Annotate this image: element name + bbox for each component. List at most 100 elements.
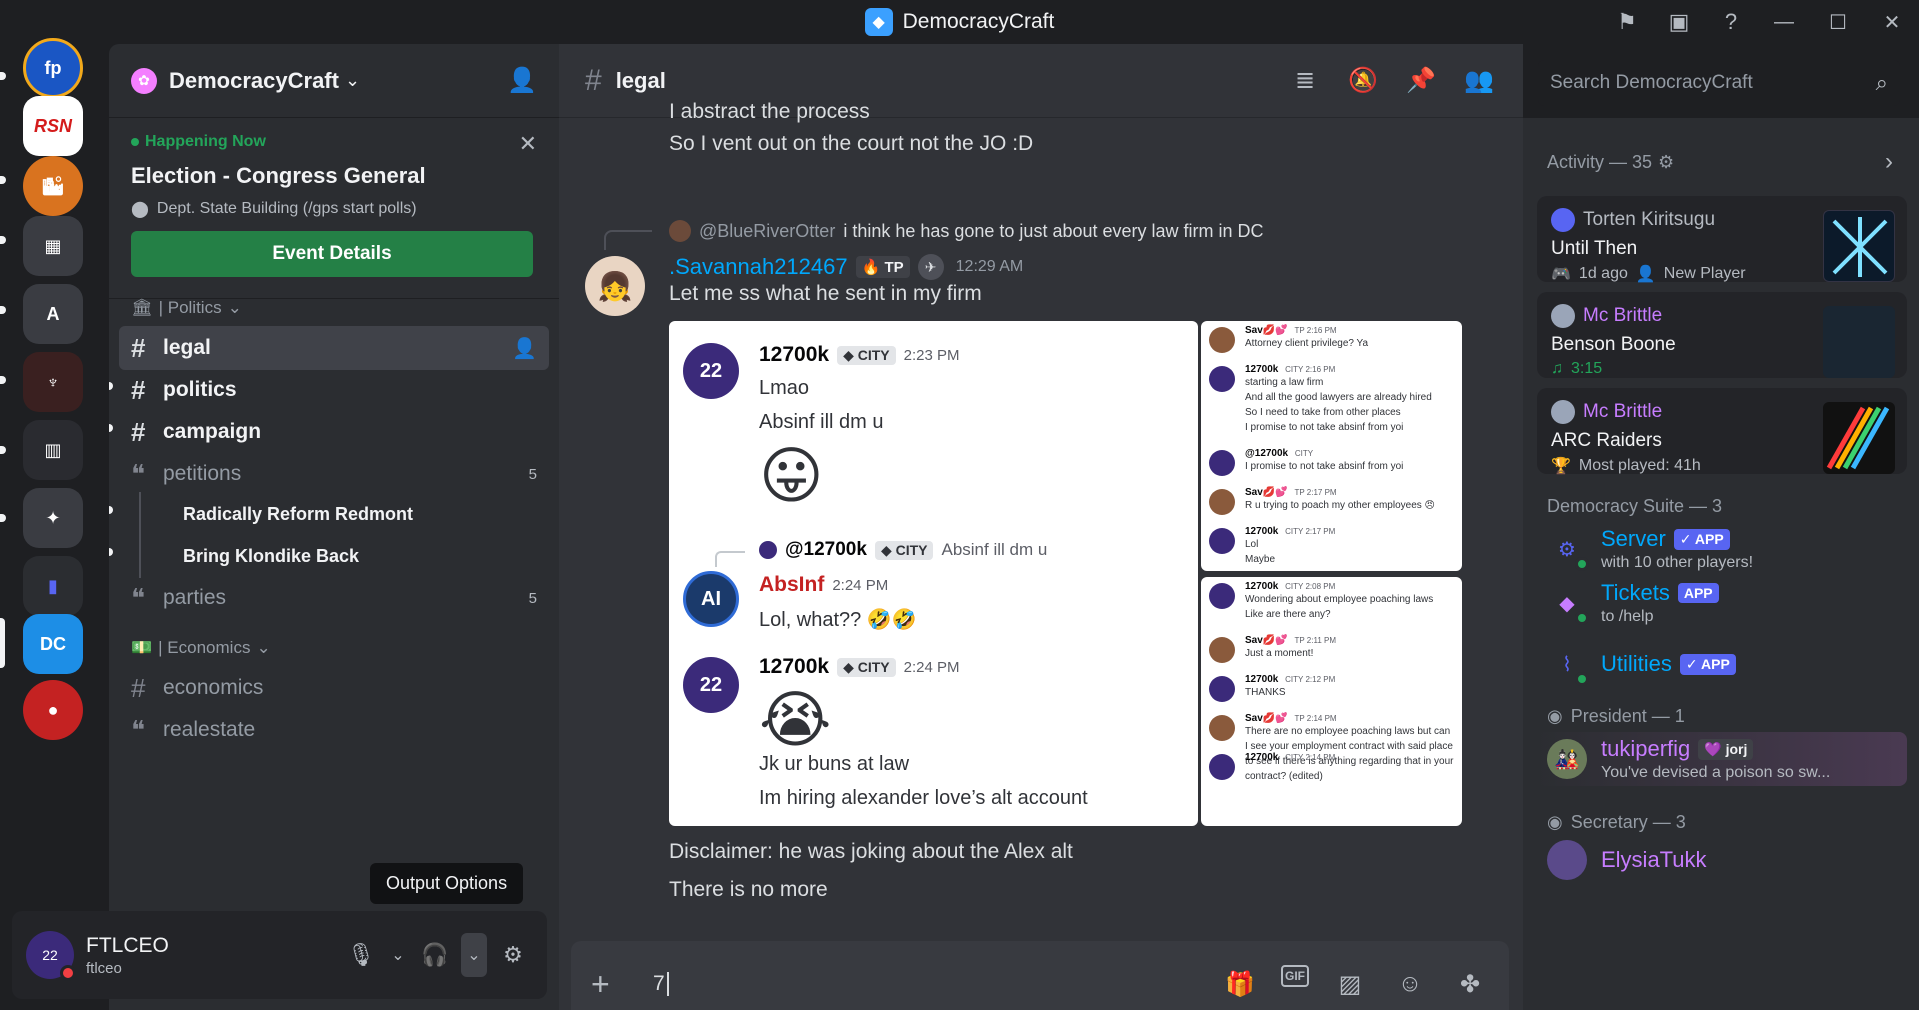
guild-header[interactable]: ✿ DemocracyCraft ⌄ 👤 [109,44,559,118]
avatar [1551,400,1575,424]
member-item[interactable]: ⌇ Utilities ✓ APP [1547,644,1736,686]
avatar [1209,676,1235,702]
server-folder-4[interactable]: ▥ [23,420,83,480]
server-icon-dc[interactable]: DC [23,614,83,674]
search-input[interactable]: Search DemocracyCraft ⌕ [1538,60,1900,106]
hash-icon: # [131,374,146,405]
message-author[interactable]: .Savannah212467 [669,254,848,280]
tongue-emoji: 😛 [759,442,824,511]
channel-parties[interactable]: ❝ parties 5 [119,576,549,620]
reply-reference[interactable]: @BlueRiverOtter i think he has gone to j… [669,220,1264,242]
activity-header[interactable]: Activity — 35 ⚙ [1547,152,1674,173]
avatar: 22 [683,657,739,713]
attach-plus-icon[interactable]: + [591,966,635,1003]
shot-author: 12700k ◆ CITY 2:24 PM [759,655,960,679]
avatar [1209,637,1235,663]
channel-petitions[interactable]: ❝ petitions 5 [119,452,549,496]
member-item[interactable]: 🎎 tukiperfig 💜 jorj You've devised a poiso… [1537,732,1907,786]
thread-radically-reform[interactable]: Radically Reform Redmont [139,492,413,536]
server-folder-3[interactable]: ♆ [23,352,83,412]
avatar [1209,450,1235,476]
close-icon[interactable]: ✕ [519,131,537,157]
server-icon-rsn[interactable]: RSN [23,96,83,156]
app-badge: APP [1677,583,1719,603]
folder-icon[interactable]: ▮ [23,556,83,616]
server-folder-2[interactable]: A [23,284,83,344]
avatar[interactable]: 22 [26,931,76,981]
image-attachment[interactable]: 22 12700k ◆ CITY 2:23 PM Lmao Absinf ill… [669,321,1198,826]
thread-label: Radically Reform Redmont [183,503,414,524]
output-options-button[interactable]: ⌄ [461,933,487,977]
gear-icon[interactable]: ⚙ [493,933,533,977]
close-window-button[interactable]: ✕ [1865,0,1919,44]
member-item[interactable]: ElysiaTukk [1547,840,1707,880]
thread-bring-klondike[interactable]: Bring Klondike Back [139,534,359,578]
server-folder-1[interactable]: ▦ [23,216,83,276]
image-attachment[interactable]: 12700k CITY 2:08 PM Wondering about emplo… [1201,577,1462,826]
image-attachment[interactable]: Sav💋💕 TP 2:16 PM Attorney client privileg… [1201,321,1462,571]
avatar [1209,489,1235,515]
shot-time: 2:24 PM [832,576,889,594]
event-details-button[interactable]: Event Details [131,231,533,277]
avatar [1209,327,1235,353]
maximize-button[interactable]: ☐ [1811,0,1865,44]
microphone-icon[interactable]: 🎙 [341,933,381,977]
server-folder-5[interactable]: ✦ [23,488,83,548]
shot-message: 12700k CITY 2:16 PM starting a law firm An… [1245,364,1454,435]
help-icon[interactable]: ? [1705,0,1757,44]
category-label: | Economics [158,638,251,657]
invite-people-icon[interactable]: 👤 [507,66,537,95]
activity-card[interactable]: Mc Brittle Benson Boone ♫ 3:15 [1537,292,1907,378]
member-name: Server [1601,526,1666,551]
server-icon-cityrp[interactable]: 🏙 [23,156,83,216]
message-timestamp: 12:29 AM [955,258,1024,275]
avatar[interactable]: 👧 [585,256,645,316]
member-item[interactable]: ⚙ Server ✓ APP with 10 other players! [1547,526,1753,572]
activity-card[interactable]: Torten Kiritsugu Until Then 🎮 1d ago 👤 New … [1537,196,1907,283]
shot-time: 2:23 PM [903,346,960,364]
gear-icon[interactable]: ⚙ [1658,152,1674,173]
chevron-down-icon[interactable]: ⌄ [387,933,409,977]
shot-message: Sav💋💕 TP 2:14 PM There are no employee po… [1245,713,1454,784]
album-cover-art [1823,306,1895,378]
channel-campaign[interactable]: # campaign [119,410,549,454]
headphones-icon[interactable]: 🎧 [415,933,455,977]
pin-icon[interactable]: 📌 [1403,63,1439,99]
guild-tag[interactable]: 🔥 TP [855,256,910,278]
inbox-icon[interactable]: ▣ [1653,0,1705,44]
emoji-icon[interactable]: ☺ [1391,965,1429,1003]
channel-realestate[interactable]: ❝ realestate [119,708,549,752]
add-member-icon[interactable]: 👤 [512,336,537,361]
message-input[interactable]: 7 [653,972,669,996]
controller-icon: 🎮 [1551,266,1571,283]
member-item[interactable]: ◆ Tickets APP to /help [1547,580,1719,626]
sticker-icon[interactable]: ▨ [1331,965,1369,1003]
minimize-button[interactable]: — [1757,0,1811,44]
shot-author: Sav💋💕 TP 2:17 PM [1245,487,1337,498]
server-icon-fp[interactable]: fp [23,38,83,98]
shot-text: Lol [1245,539,1259,550]
gif-icon[interactable]: GIF [1281,965,1309,987]
category-politics[interactable]: 🏛 | Politics ⌄ [131,298,242,318]
shot-author-name: 12700k [759,343,830,366]
app-logo-icon: ◆ [864,8,893,36]
channel-economics[interactable]: # economics [119,666,549,710]
channel-legal[interactable]: # legal 👤 [119,326,549,370]
group-header: ◉ Secretary — 3 [1547,812,1686,833]
channel-politics[interactable]: # politics [119,368,549,412]
shot-author: 12700k CITY 2:16 PM [1245,364,1336,375]
gift-icon[interactable]: 🎁 [1221,965,1259,1003]
apps-icon[interactable]: ✤ [1451,965,1489,1003]
event-location: ⬤ Dept. State Building (/gps start polls) [131,199,537,219]
inbox-flag-icon[interactable]: ⚑ [1601,0,1653,44]
threads-icon[interactable]: ≣ [1287,63,1323,99]
group-header-text: President — 1 [1570,706,1685,726]
member-list-icon[interactable]: 👥 [1461,63,1497,99]
activity-meta: 3:15 [1571,360,1603,377]
chevron-right-icon[interactable]: › [1885,148,1893,176]
category-economics[interactable]: 💵 | Economics ⌄ [131,638,271,658]
activity-card[interactable]: Mc Brittle ARC Raiders 🏆 Most played: 41h [1537,388,1907,475]
game-cover-art [1823,210,1895,282]
notification-bell-muted-icon[interactable]: 🔕 [1345,63,1381,99]
server-icon-red[interactable]: ● [23,680,83,740]
